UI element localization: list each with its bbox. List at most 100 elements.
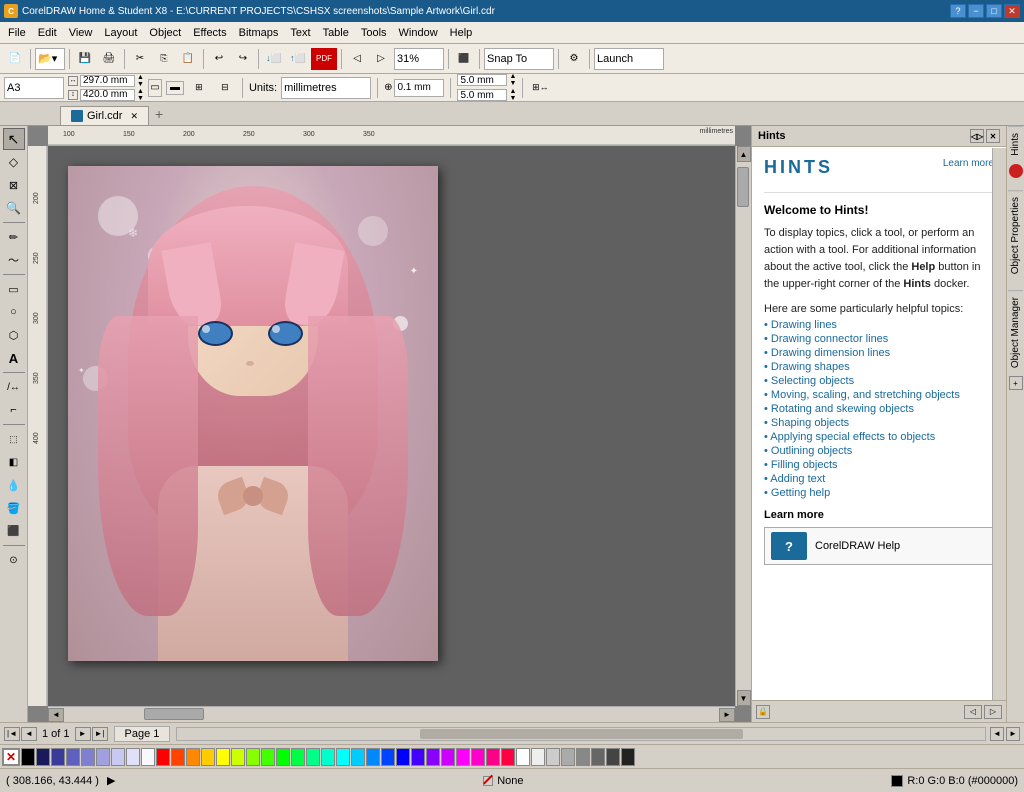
new-button[interactable]: 📄 — [4, 48, 26, 70]
ypos-down2[interactable]: ▼ — [509, 95, 516, 102]
page-next-button[interactable]: ► — [75, 727, 91, 741]
color-swatch-15[interactable] — [381, 748, 395, 766]
hints-link-10[interactable]: • Outlining objects — [764, 445, 994, 457]
menu-tools[interactable]: Tools — [355, 25, 393, 41]
hints-link-4[interactable]: • Drawing shapes — [764, 361, 994, 373]
color-swatch-4[interactable] — [216, 748, 230, 766]
color-swatch-18[interactable] — [426, 748, 440, 766]
page-last-button[interactable]: ►| — [92, 727, 108, 741]
height-down[interactable]: ▼ — [137, 95, 144, 102]
hints-fwd-button[interactable]: ▷ — [984, 705, 1002, 719]
tab-close-icon[interactable]: ✕ — [130, 111, 138, 122]
menu-bitmaps[interactable]: Bitmaps — [233, 25, 285, 41]
menu-window[interactable]: Window — [393, 25, 444, 41]
transparency-tool[interactable]: ◧ — [3, 451, 25, 473]
hints-link-13[interactable]: • Getting help — [764, 487, 994, 499]
menu-file[interactable]: File — [2, 25, 32, 41]
menu-help[interactable]: Help — [444, 25, 479, 41]
color-swatch-31[interactable] — [621, 748, 635, 766]
minimize-button[interactable]: − — [968, 4, 984, 18]
hints-tab[interactable]: Hints — [1008, 126, 1023, 162]
zoom-dropdown[interactable]: 31% — [394, 48, 444, 70]
page-scrollbar[interactable] — [176, 727, 986, 741]
save-button[interactable]: 💾 — [74, 48, 96, 70]
hints-scrollbar[interactable] — [992, 148, 1006, 700]
lavender-swatch[interactable] — [96, 748, 110, 766]
fill-button[interactable]: ⬛ — [453, 48, 475, 70]
ypos-input[interactable] — [457, 89, 507, 101]
navy-swatch[interactable] — [36, 748, 50, 766]
color-swatch-30[interactable] — [606, 748, 620, 766]
page-tab-1[interactable]: Page 1 — [114, 726, 171, 742]
color-swatch-10[interactable] — [306, 748, 320, 766]
ypos-up2[interactable]: ▲ — [509, 88, 516, 95]
hints-link-1[interactable]: • Drawing lines — [764, 319, 994, 331]
color-swatch-7[interactable] — [261, 748, 275, 766]
color-swatch-9[interactable] — [291, 748, 305, 766]
menu-layout[interactable]: Layout — [98, 25, 143, 41]
zoom-prev-button[interactable]: ◁ — [346, 48, 368, 70]
undo-button[interactable]: ↩ — [208, 48, 230, 70]
palette-plus-button[interactable]: + — [1009, 376, 1023, 390]
ellipse-tool[interactable]: ○ — [3, 301, 25, 323]
paste-button[interactable]: 📋 — [177, 48, 199, 70]
white-blue-swatch[interactable] — [141, 748, 155, 766]
hints-link-5[interactable]: • Selecting objects — [764, 375, 994, 387]
scroll-thumb-v[interactable] — [737, 167, 749, 207]
scroll-up-button[interactable]: ▲ — [737, 146, 751, 162]
width-input[interactable] — [80, 75, 135, 87]
print-button[interactable]: 🖨 — [98, 48, 120, 70]
landscape-button[interactable]: ▬ — [166, 81, 184, 95]
color-swatch-24[interactable] — [516, 748, 530, 766]
rectangle-tool[interactable]: ▭ — [3, 278, 25, 300]
snaptogrid-dropdown[interactable]: Snap To — [484, 48, 554, 70]
zoom-tool[interactable]: 🔍 — [3, 197, 25, 219]
color-swatch-23[interactable] — [501, 748, 515, 766]
object-manager-tab[interactable]: Object Manager — [1008, 290, 1023, 374]
height-input[interactable] — [80, 89, 135, 101]
page-first-button[interactable]: |◄ — [4, 727, 20, 741]
width-down[interactable]: ▼ — [137, 81, 144, 88]
cut-button[interactable]: ✂ — [129, 48, 151, 70]
hints-link-3[interactable]: • Drawing dimension lines — [764, 347, 994, 359]
copy-button[interactable]: ⎘ — [153, 48, 175, 70]
color-swatch-19[interactable] — [441, 748, 455, 766]
hints-link-8[interactable]: • Shaping objects — [764, 417, 994, 429]
maximize-button[interactable]: □ — [986, 4, 1002, 18]
color-swatch-8[interactable] — [276, 748, 290, 766]
scroll-thumb-h[interactable] — [144, 708, 204, 720]
blue-light-swatch[interactable] — [81, 748, 95, 766]
blend-tool[interactable]: ⬚ — [3, 428, 25, 450]
color-swatch-14[interactable] — [366, 748, 380, 766]
interactive-fill-tool[interactable]: ⬛ — [3, 520, 25, 542]
scroll-right-button[interactable]: ► — [719, 708, 735, 722]
menu-edit[interactable]: Edit — [32, 25, 63, 41]
coreldraw-help-button[interactable]: ? CorelDRAW Help — [764, 527, 994, 565]
hints-expand-button[interactable]: ◁▷ — [970, 129, 984, 143]
hints-link-11[interactable]: • Filling objects — [764, 459, 994, 471]
blue-dark-swatch[interactable] — [51, 748, 65, 766]
no-fill-swatch[interactable]: ✕ — [2, 748, 20, 766]
pdf-button[interactable]: PDF — [311, 48, 337, 70]
fill-tool[interactable]: 🪣 — [3, 497, 25, 519]
light-lavender-swatch[interactable] — [111, 748, 125, 766]
new-tab-button[interactable]: + — [149, 103, 169, 125]
portrait-button[interactable]: ▭ — [148, 79, 162, 97]
open-dropdown[interactable]: 📂▾ — [35, 48, 65, 70]
xpos-up[interactable]: ▲ — [509, 73, 516, 80]
eyedropper-tool[interactable]: 💧 — [3, 474, 25, 496]
color-swatch-6[interactable] — [246, 748, 260, 766]
hints-lock-button[interactable]: 🔒 — [756, 705, 770, 719]
shape-tool[interactable]: ◇ — [3, 151, 25, 173]
smudge-tool[interactable]: ⊙ — [3, 549, 25, 571]
document-tab[interactable]: Girl.cdr ✕ — [60, 106, 149, 125]
menu-table[interactable]: Table — [317, 25, 355, 41]
xpos-input[interactable] — [457, 74, 507, 86]
color-swatch-21[interactable] — [471, 748, 485, 766]
xpos-down[interactable]: ▼ — [509, 80, 516, 87]
object-properties-tab[interactable]: Object Properties — [1008, 190, 1023, 280]
scroll-down-button[interactable]: ▼ — [737, 690, 751, 706]
color-swatch-25[interactable] — [531, 748, 545, 766]
close-button[interactable]: ✕ — [1004, 4, 1020, 18]
hints-link-12[interactable]: • Adding text — [764, 473, 994, 485]
